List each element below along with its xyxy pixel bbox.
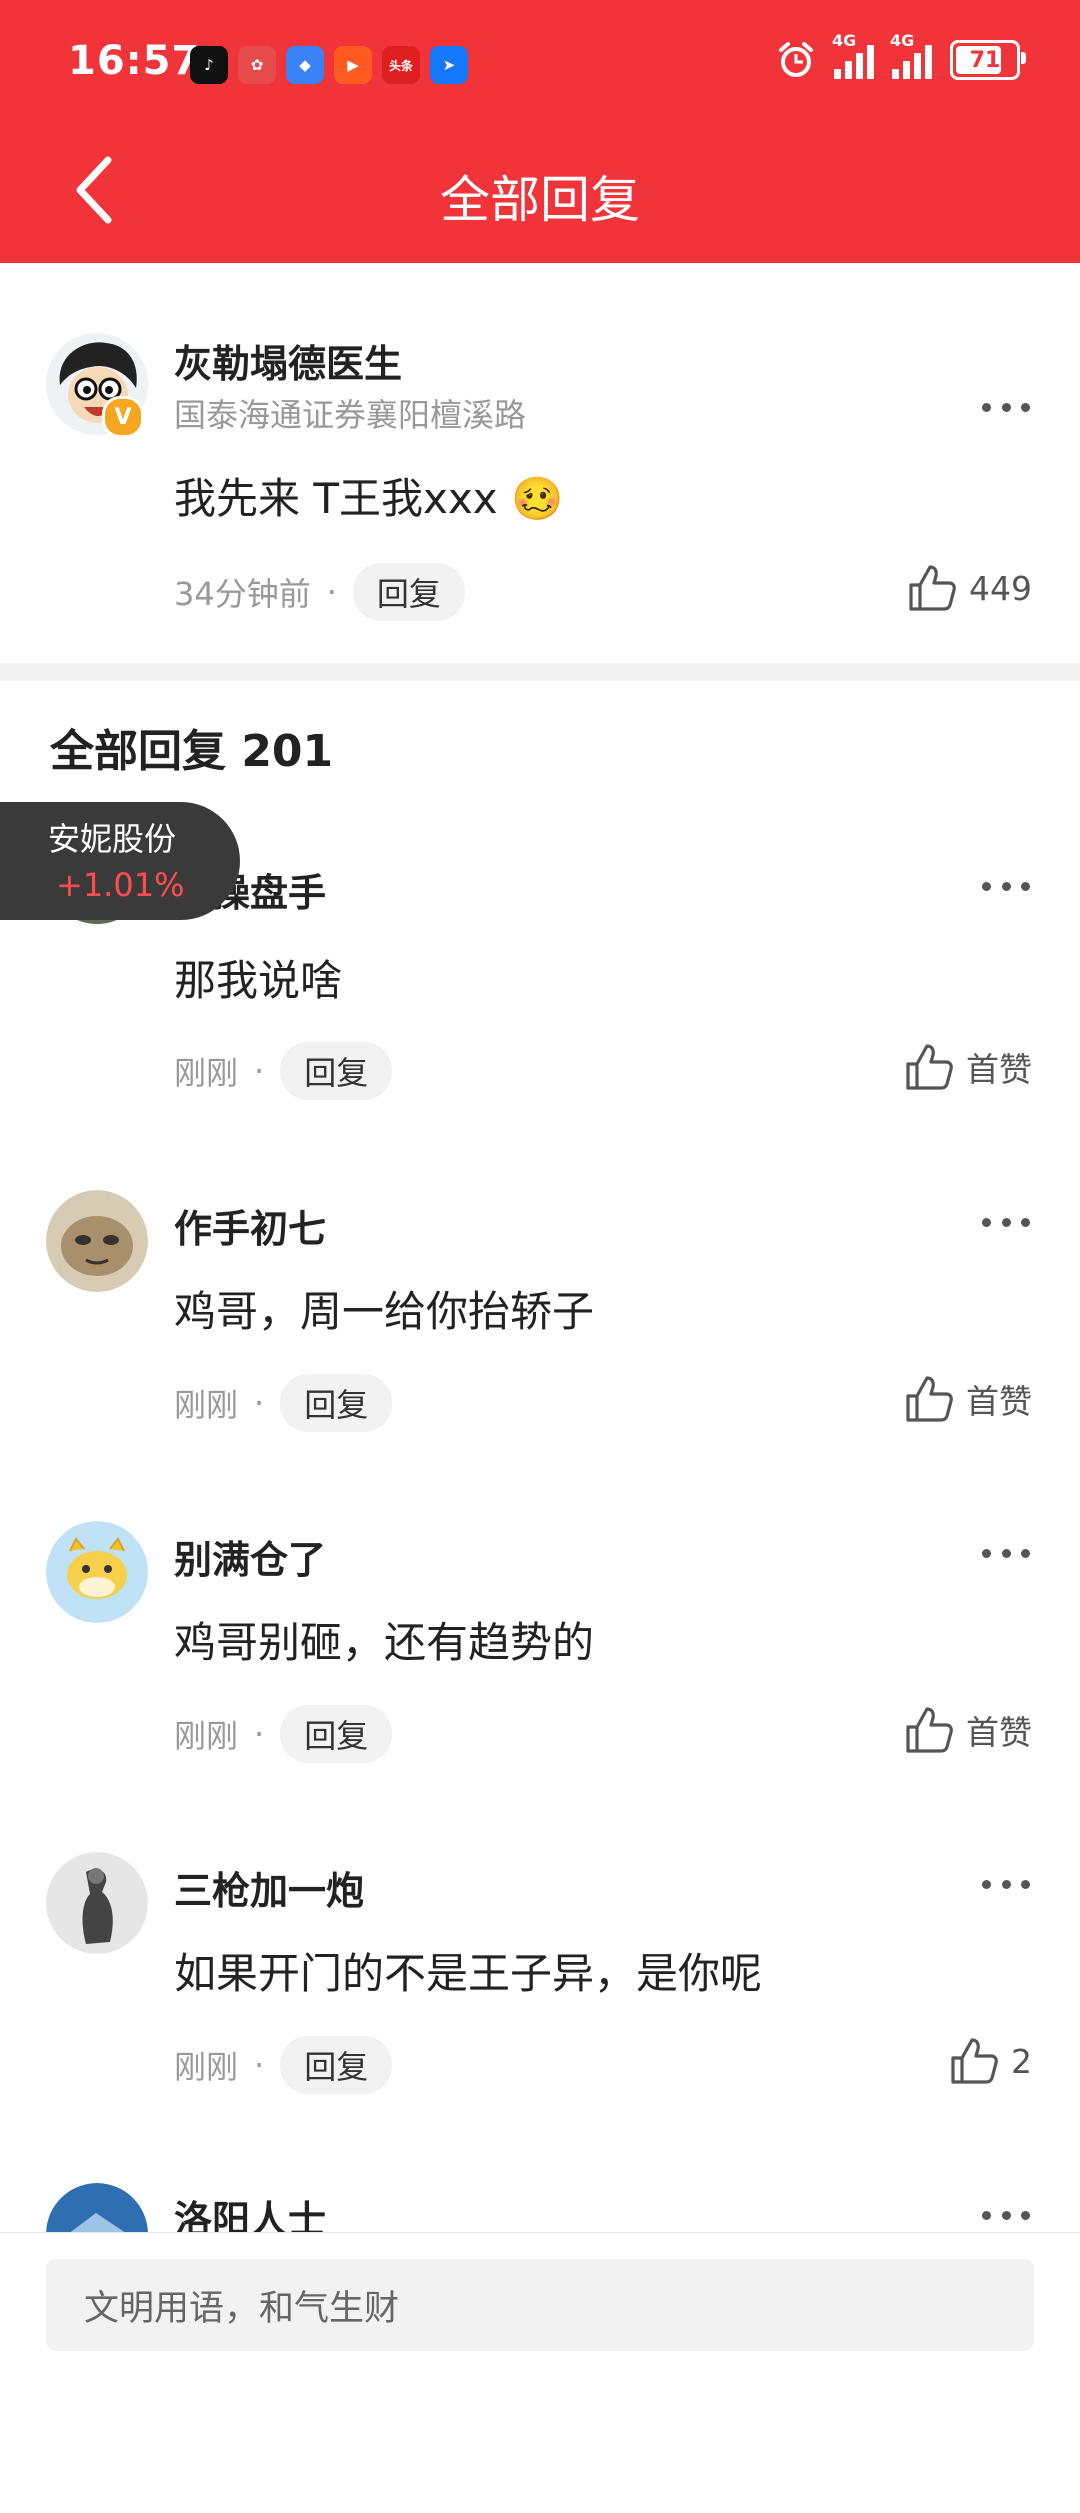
reply-item: 别满仓了 鸡哥别砸，还有趋势的 刚刚 · 回复 首赞 — [0, 1521, 1080, 1851]
avatar[interactable] — [46, 1190, 148, 1292]
avatar[interactable] — [46, 1521, 148, 1623]
more-options-icon[interactable] — [982, 403, 1030, 415]
video-app-icon: ▶ — [334, 46, 372, 84]
post-meta: 34分钟前 · 回复 — [174, 563, 465, 621]
post-content-text: 我先来 T王我xxx — [174, 474, 498, 523]
emoji-icon: 🥴 — [510, 474, 564, 523]
reply-time: 刚刚 — [174, 1386, 239, 1424]
thumbs-up-icon — [906, 1044, 953, 1090]
section-divider — [0, 663, 1080, 681]
more-options-icon[interactable] — [982, 2211, 1030, 2223]
reply-item: 作手初七 鸡哥，周一给你抬轿子 刚刚 · 回复 首赞 — [0, 1190, 1080, 1520]
like-count: 449 — [969, 568, 1032, 608]
reply-content: 如果开门的不是王子异，是你呢 — [174, 1949, 763, 1998]
stock-tag[interactable]: 安妮股份 +1.01% — [0, 802, 240, 920]
like-count: 首赞 — [966, 1713, 1032, 1752]
author-name[interactable]: 作手初七 — [174, 1198, 326, 1253]
message-app-icon: ➤ — [430, 46, 468, 84]
post-content: 我先来 T王我xxx 🥴 — [174, 465, 563, 526]
reply-content: 那我说啥 — [174, 956, 343, 1005]
toutiao-app-icon: 头条 — [382, 46, 420, 84]
stock-change: +1.01% — [56, 866, 185, 904]
like-button[interactable]: 首赞 — [904, 1705, 1032, 1755]
verified-badge-icon: V — [102, 396, 144, 438]
like-count: 首赞 — [966, 1382, 1032, 1421]
author-name[interactable]: 灰勒塌德医生 — [174, 333, 402, 388]
status-bar: 16:57 ♪ ✿ ◆ ▶ 头条 ➤ 4G 4G 71 — [0, 0, 1080, 128]
system-indicators: 4G 4G 71 — [776, 31, 1026, 80]
author-subtitle: 国泰海通证券襄阳檀溪路 — [174, 396, 527, 434]
reply-content: 鸡哥别砸，还有趋势的 — [174, 1618, 595, 1667]
reply-meta: 刚刚 · 回复 — [174, 1705, 393, 1763]
page-title: 全部回复 — [440, 171, 640, 229]
reply-button[interactable]: 回复 — [280, 1374, 393, 1432]
reply-meta: 刚刚 · 回复 — [174, 2036, 393, 2094]
reply-button[interactable]: 回复 — [280, 1042, 393, 1100]
thumbs-up-icon — [906, 1707, 953, 1753]
reply-time: 刚刚 — [174, 1054, 239, 1092]
browser-app-icon: ◆ — [286, 46, 324, 84]
reply-content: 鸡哥，周一给你抬轿子 — [174, 1287, 595, 1336]
thumbs-up-icon — [951, 2038, 998, 2084]
tiktok-app-icon: ♪ — [190, 46, 228, 84]
author-name[interactable]: 三枪加一炮 — [174, 1860, 364, 1915]
author-name[interactable]: 别满仓了 — [174, 1529, 326, 1584]
like-button[interactable]: 449 — [907, 563, 1032, 613]
like-button[interactable]: 首赞 — [904, 1374, 1032, 1424]
thumbs-up-icon — [909, 565, 956, 611]
reply-button[interactable]: 回复 — [280, 2036, 393, 2094]
avatar[interactable] — [46, 1852, 148, 1954]
reply-time: 刚刚 — [174, 2048, 239, 2086]
more-options-icon[interactable] — [982, 1880, 1030, 1892]
reply-meta: 刚刚 · 回复 — [174, 1374, 393, 1432]
header-bar: 16:57 ♪ ✿ ◆ ▶ 头条 ➤ 4G 4G 71 全部回复 — [0, 0, 1080, 263]
like-button[interactable]: 首赞 — [904, 1042, 1032, 1092]
status-time: 16:57 — [68, 38, 201, 84]
post-time: 34分钟前 — [174, 575, 311, 613]
more-options-icon[interactable] — [982, 882, 1030, 894]
comment-input[interactable]: 文明用语，和气生财 — [46, 2259, 1034, 2351]
signal-icon: 4G — [832, 31, 874, 79]
reply-meta: 刚刚 · 回复 — [174, 1042, 393, 1100]
battery-icon: 71 — [950, 40, 1026, 80]
stock-name: 安妮股份 — [48, 820, 177, 858]
like-count: 2 — [1011, 2041, 1032, 2081]
game-app-icon: ✿ — [238, 46, 276, 84]
reply-button[interactable]: 回复 — [280, 1705, 393, 1763]
main-post: V 灰勒塌德医生 国泰海通证券襄阳檀溪路 我先来 T王我xxx 🥴 34分钟前 … — [0, 263, 1080, 663]
section-title: 全部回复 201 — [50, 726, 334, 777]
reply-item: 三枪加一炮 如果开门的不是王子异，是你呢 刚刚 · 回复 2 — [0, 1852, 1080, 2182]
more-options-icon[interactable] — [982, 1218, 1030, 1230]
notification-icons: ♪ ✿ ◆ ▶ 头条 ➤ — [190, 46, 468, 84]
more-options-icon[interactable] — [982, 1549, 1030, 1561]
reply-time: 刚刚 — [174, 1717, 239, 1755]
thumbs-up-icon — [906, 1376, 953, 1422]
signal-icon-2: 4G — [890, 31, 932, 79]
alarm-icon — [779, 42, 813, 77]
reply-button[interactable]: 回复 — [352, 563, 465, 621]
comment-bar: 文明用语，和气生财 — [0, 2232, 1080, 2377]
like-count: 首赞 — [966, 1050, 1032, 1089]
like-button[interactable]: 2 — [949, 2036, 1032, 2086]
